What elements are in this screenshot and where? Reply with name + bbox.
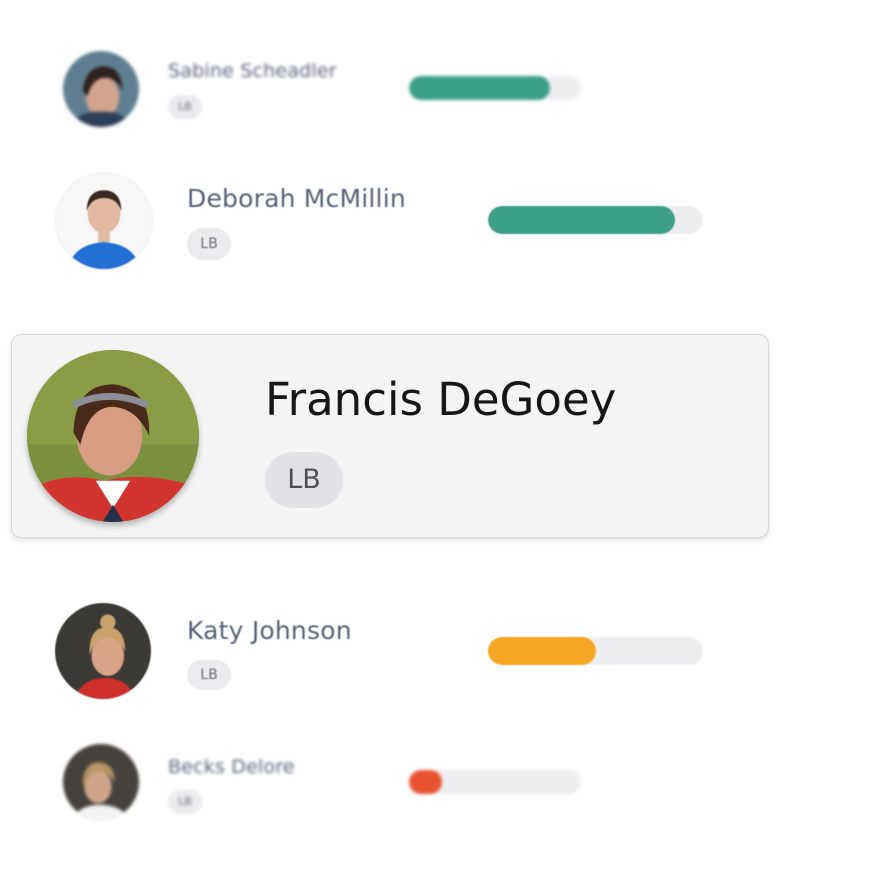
selected-player-avatar [27, 350, 199, 522]
rating-bar [409, 770, 581, 794]
rating-bar-fill [409, 76, 551, 100]
rating-bar-fill [488, 637, 596, 665]
player-name: Deborah McMillin [187, 184, 406, 213]
player-name: Sabine Scheadler [168, 60, 337, 82]
player-photo-icon [63, 744, 139, 820]
player-row-becks-delore[interactable]: Becks Delore LB [0, 730, 870, 870]
rating-bar-fill [488, 206, 676, 234]
selected-player-card[interactable]: Francis DeGoey LB [11, 334, 769, 538]
position-badge: LB [168, 95, 202, 119]
player-avatar [55, 172, 153, 270]
player-row-katy-johnson[interactable]: Katy Johnson LB [0, 580, 870, 720]
position-badge: LB [187, 228, 231, 260]
player-photo-icon [27, 350, 199, 522]
rating-bar [488, 637, 703, 665]
rating-bar [409, 76, 581, 100]
selected-position-badge: LB [265, 452, 343, 508]
selected-player-name: Francis DeGoey [265, 373, 617, 426]
rating-bar [488, 206, 703, 234]
position-badge: LB [168, 790, 202, 814]
player-photo-icon [63, 51, 139, 127]
player-name: Katy Johnson [187, 616, 352, 645]
player-avatar [63, 744, 139, 820]
player-avatar [55, 603, 151, 699]
player-row-sabine-scheadler[interactable]: Sabine Scheadler LB [0, 0, 870, 140]
player-name: Becks Delore [168, 756, 295, 778]
player-avatar [63, 51, 139, 127]
player-photo-icon [55, 603, 151, 699]
player-photo-icon [56, 173, 152, 269]
rating-bar-fill [409, 770, 442, 794]
player-row-deborah-mcmillin[interactable]: Deborah McMillin LB [0, 150, 870, 290]
position-badge: LB [187, 660, 231, 690]
